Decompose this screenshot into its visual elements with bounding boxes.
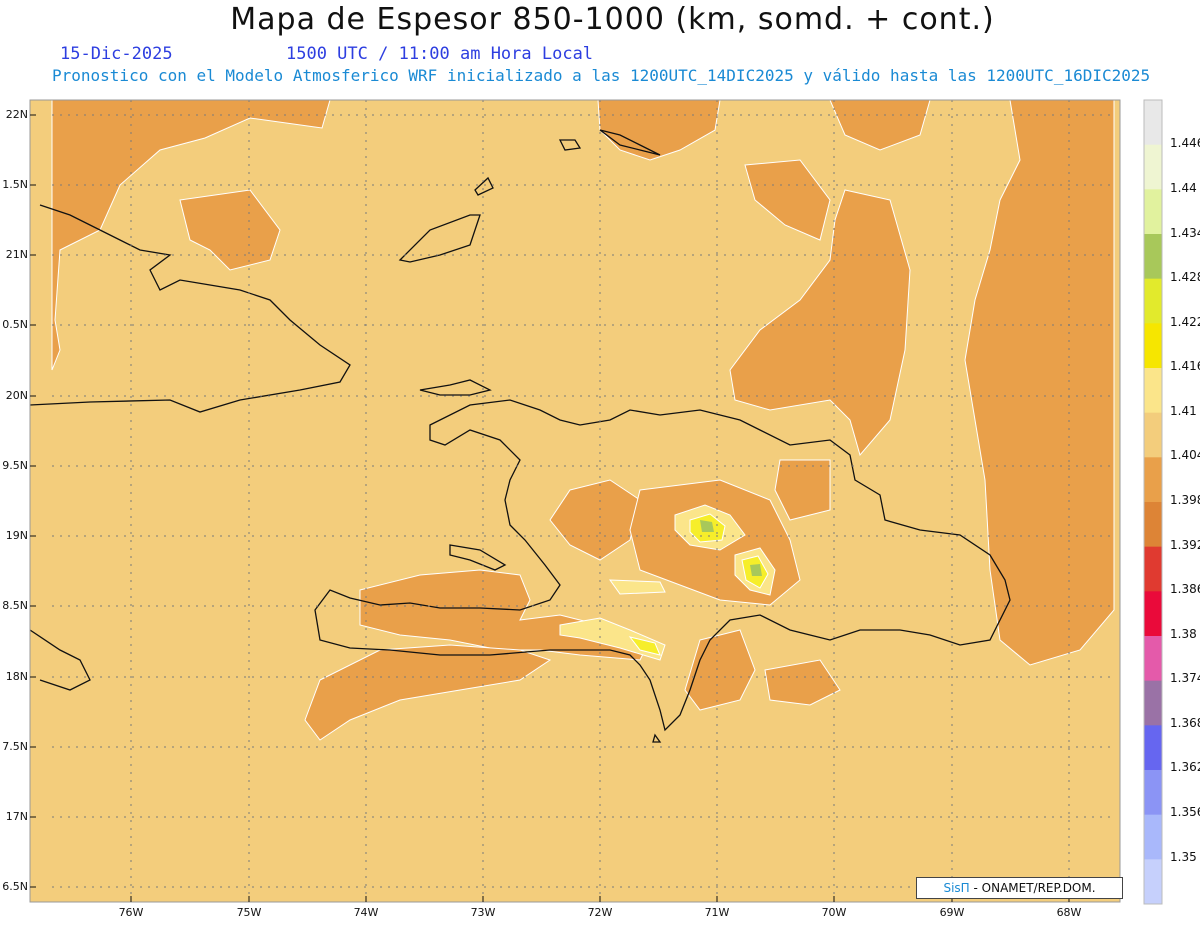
- credit-brand: SisΠ: [943, 881, 970, 895]
- lon-label: 71W: [704, 906, 730, 919]
- lat-label: 0.5N: [2, 318, 28, 331]
- colorbar-swatch: [1144, 680, 1162, 726]
- colorbar-swatch: [1144, 189, 1162, 235]
- lon-label: 68W: [1056, 906, 1082, 919]
- lat-label: 20N: [5, 389, 28, 402]
- colorbar-swatch: [1144, 725, 1162, 771]
- lat-label: 8.5N: [2, 599, 28, 612]
- colorbar-swatch: [1144, 100, 1162, 146]
- lat-label: 18N: [5, 670, 28, 683]
- lon-label: 73W: [470, 906, 496, 919]
- colorbar-swatch: [1144, 814, 1162, 860]
- lat-label: 7.5N: [2, 740, 28, 753]
- lat-label: 17N: [5, 810, 28, 823]
- thickness-map: [29, 99, 1163, 905]
- map-fill-layer: [30, 100, 1120, 902]
- colorbar-label: 1.41: [1170, 404, 1197, 418]
- lat-label: 19N: [5, 529, 28, 542]
- colorbar-label: 1.374: [1170, 671, 1200, 685]
- colorbar-swatch: [1144, 546, 1162, 592]
- lon-label: 76W: [118, 906, 144, 919]
- colorbar-label: 1.38: [1170, 627, 1197, 641]
- colorbar-label: 1.446: [1170, 136, 1200, 150]
- lat-label: 22N: [5, 108, 28, 121]
- colorbar-swatch: [1144, 278, 1162, 324]
- colorbar-swatch: [1144, 457, 1162, 503]
- lat-label: 21N: [5, 248, 28, 261]
- colorbar-swatch: [1144, 502, 1162, 548]
- colorbar-label: 1.404: [1170, 448, 1200, 462]
- colorbar-label: 1.368: [1170, 716, 1200, 730]
- credit-box: SisΠ - ONAMET/REP.DOM.: [916, 877, 1123, 899]
- colorbar-label: 1.362: [1170, 760, 1200, 774]
- colorbar-label: 1.35: [1170, 850, 1197, 864]
- lon-label: 72W: [587, 906, 613, 919]
- lon-label: 74W: [353, 906, 379, 919]
- lon-label: 69W: [939, 906, 965, 919]
- credit-text: - ONAMET/REP.DOM.: [969, 881, 1096, 895]
- colorbar-label: 1.398: [1170, 493, 1200, 507]
- lon-label: 70W: [821, 906, 847, 919]
- lon-label: 75W: [236, 906, 262, 919]
- colorbar-swatch: [1144, 412, 1162, 458]
- colorbar-label: 1.422: [1170, 315, 1200, 329]
- colorbar: [1143, 99, 1163, 905]
- colorbar-label: 1.392: [1170, 538, 1200, 552]
- lat-label: 6.5N: [2, 880, 28, 893]
- colorbar-label: 1.416: [1170, 359, 1200, 373]
- lat-label: 9.5N: [2, 459, 28, 472]
- colorbar-swatch: [1144, 234, 1162, 280]
- colorbar-swatch: [1144, 323, 1162, 369]
- colorbar-swatch: [1144, 591, 1162, 637]
- colorbar-label: 1.386: [1170, 582, 1200, 596]
- colorbar-swatch: [1144, 636, 1162, 682]
- colorbar-swatch: [1144, 144, 1162, 190]
- colorbar-swatch: [1144, 859, 1162, 905]
- colorbar-label: 1.44: [1170, 181, 1197, 195]
- colorbar-swatch: [1144, 770, 1162, 816]
- lat-label: 1.5N: [2, 178, 28, 191]
- colorbar-label: 1.428: [1170, 270, 1200, 284]
- max-spot-2: [750, 564, 762, 576]
- colorbar-label: 1.356: [1170, 805, 1200, 819]
- colorbar-label: 1.434: [1170, 226, 1200, 240]
- colorbar-swatch: [1144, 368, 1162, 414]
- high-region-4: [608, 579, 666, 595]
